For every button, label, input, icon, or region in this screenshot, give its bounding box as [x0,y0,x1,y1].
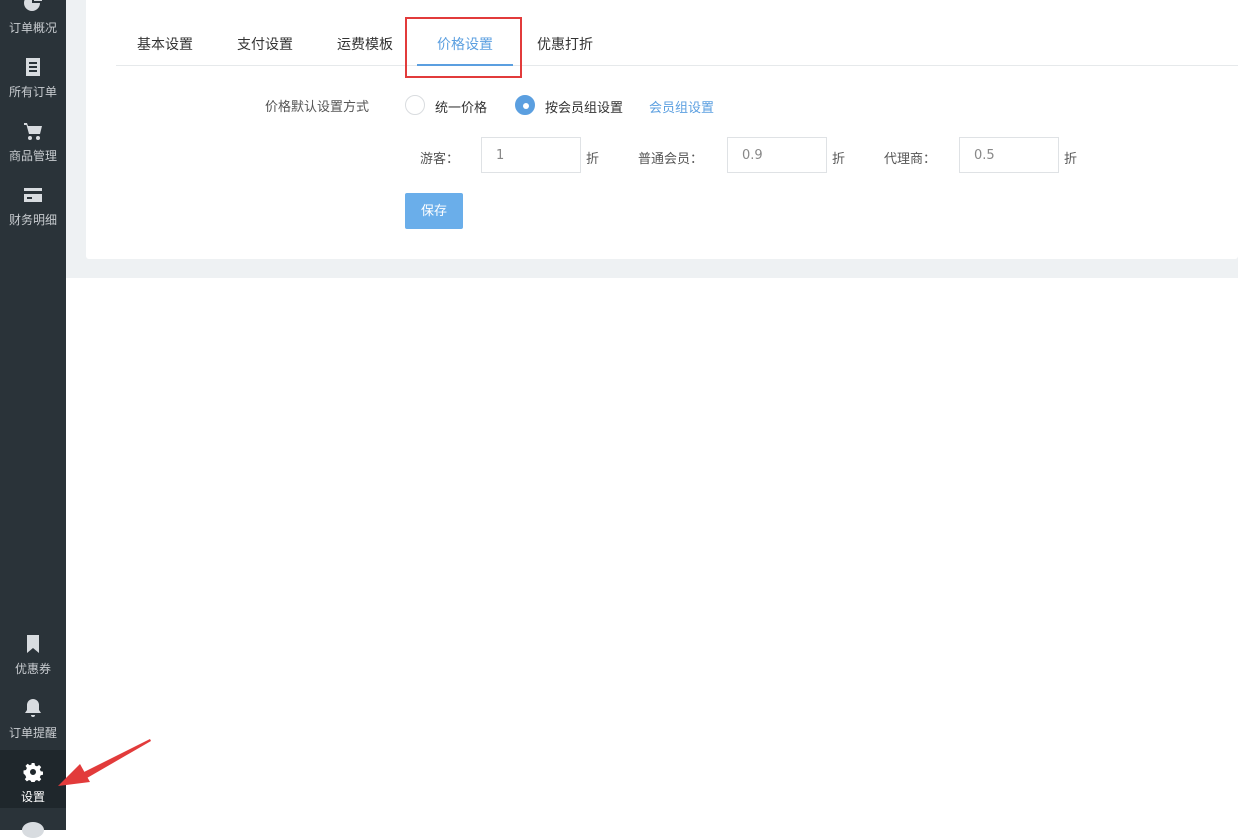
tab-basic-settings[interactable]: 基本设置 [137,34,193,54]
guest-discount-input[interactable] [481,137,581,173]
highlight-annotation-box [405,17,522,78]
card-icon [22,184,44,206]
member-discount-input[interactable] [727,137,827,173]
tab-payment-settings[interactable]: 支付设置 [237,34,293,54]
save-button[interactable]: 保存 [405,193,463,229]
sidebar-item-label: 设置 [20,790,45,804]
agent-discount-input[interactable] [959,137,1059,173]
guest-label: 游客： [420,152,460,167]
cart-icon [22,120,44,142]
sidebar-item-label: 所有订单 [8,85,57,99]
sidebar-item-order-overview[interactable]: 订单概况 [0,0,66,56]
member-label: 普通会员： [638,152,704,167]
sidebar: 订单概况 所有订单 商品管理 财务明细 优惠券 订单提醒 设置 [0,0,66,838]
sidebar-item-settings[interactable]: 设置 [0,750,66,808]
radio-member-group-label[interactable]: 按会员组设置 [545,97,623,116]
agent-label: 代理商： [884,152,937,167]
radio-member-group[interactable] [515,95,535,115]
sidebar-item-partial[interactable] [22,822,44,838]
sidebar-item-all-orders[interactable]: 所有订单 [0,56,66,120]
sidebar-item-label: 订单提醒 [8,726,57,740]
gear-icon [22,761,44,783]
member-group-settings-link[interactable]: 会员组设置 [649,97,714,116]
price-mode-label: 价格默认设置方式 [265,100,370,115]
member-unit: 折 [832,152,846,167]
agent-unit: 折 [1064,152,1078,167]
sidebar-item-finance[interactable]: 财务明细 [0,184,66,248]
tab-shipping-template[interactable]: 运费模板 [337,34,393,54]
guest-unit: 折 [586,152,600,167]
sidebar-item-label: 财务明细 [8,213,57,227]
sidebar-item-label: 商品管理 [8,149,57,163]
pie-chart-icon [22,0,44,14]
sidebar-item-products[interactable]: 商品管理 [0,120,66,184]
sidebar-item-coupons[interactable]: 优惠券 [0,633,66,697]
radio-unified-price-label[interactable]: 统一价格 [435,97,487,116]
bell-icon [22,697,44,719]
settings-tabs: 基本设置 支付设置 运费模板 价格设置 优惠打折 [116,26,1238,66]
document-icon [22,56,44,78]
tab-discounts[interactable]: 优惠打折 [537,34,593,54]
bookmark-icon [22,633,44,655]
radio-unified-price[interactable] [405,95,425,115]
sidebar-item-label: 订单概况 [8,21,57,35]
sidebar-item-label: 优惠券 [14,662,51,676]
